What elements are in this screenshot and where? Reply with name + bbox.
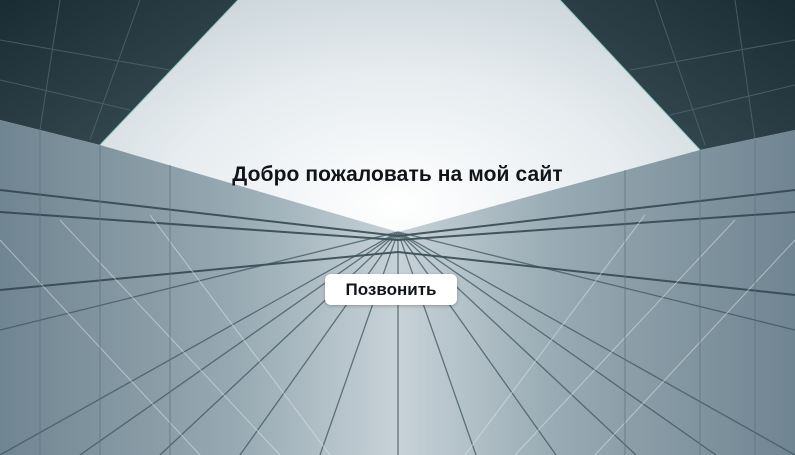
hero-background-image — [0, 0, 795, 455]
welcome-heading: Добро пожаловать на мой сайт — [232, 163, 563, 186]
call-button[interactable]: Позвонить — [325, 274, 457, 305]
hero-section: Добро пожаловать на мой сайт Позвонить — [0, 0, 795, 455]
